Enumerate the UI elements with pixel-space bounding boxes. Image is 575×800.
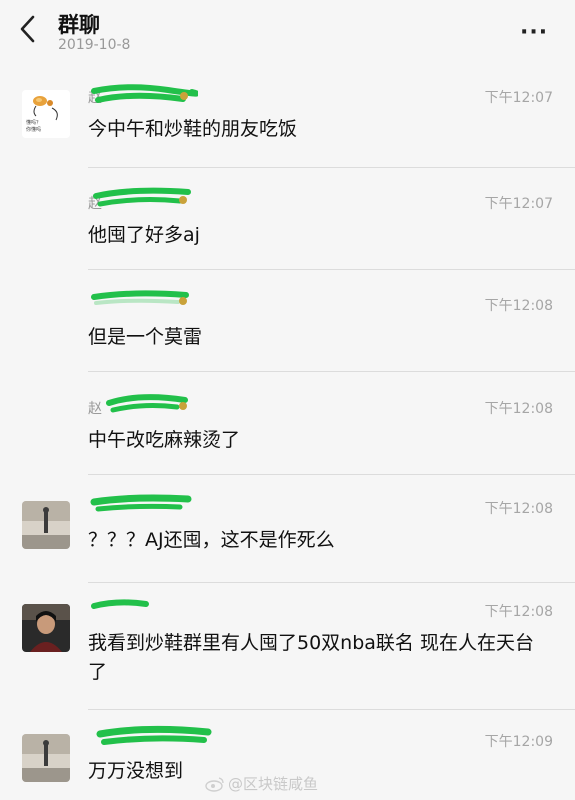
photo-avatar-icon xyxy=(22,734,70,782)
chat-message: 赵 下午12:08 中午改吃麻辣烫了 xyxy=(0,394,575,475)
sender-name: 赵 xyxy=(88,90,102,106)
divider xyxy=(88,474,575,475)
svg-text:懂吗？: 懂吗？ xyxy=(26,119,41,126)
avatar[interactable] xyxy=(22,734,70,782)
chat-message: 下午12:08 但是一个莫雷 xyxy=(0,290,575,372)
message-text[interactable]: 他囤了好多aj xyxy=(88,221,548,250)
sender-name: 赵 xyxy=(88,401,102,417)
chat-header: 群聊 2019-10-8 ··· xyxy=(0,0,575,66)
message-text[interactable]: 我看到炒鞋群里有人囤了50双nba联名 现在人在天台了 xyxy=(88,629,548,687)
weibo-icon xyxy=(205,777,224,792)
photo-avatar-icon xyxy=(22,604,70,652)
message-time: 下午12:07 xyxy=(484,196,553,212)
avatar[interactable]: 懂吗？ 你懂吗 xyxy=(22,90,70,138)
sender-name: 赵 xyxy=(88,196,102,212)
divider xyxy=(88,371,575,372)
svg-text:你懂吗: 你懂吗 xyxy=(26,126,41,133)
message-text[interactable]: 但是一个莫雷 xyxy=(88,323,548,352)
chat-message: 赵 下午12:07 他囤了好多aj xyxy=(0,187,575,270)
message-time: 下午12:08 xyxy=(484,298,553,314)
redaction-scribble xyxy=(91,84,198,103)
message-time: 下午12:08 xyxy=(484,501,553,517)
message-text[interactable]: ？？？AJ还囤，这不是作死么 xyxy=(88,526,548,555)
chat-message: 懂吗？ 你懂吗 赵 下午12:07 今中午和炒鞋的朋友吃饭 xyxy=(0,84,575,168)
redaction-scribble xyxy=(91,599,149,609)
message-time: 下午12:08 xyxy=(484,401,553,417)
message-time: 下午12:08 xyxy=(484,604,553,620)
message-time: 下午12:09 xyxy=(484,734,553,750)
redaction-scribble xyxy=(93,187,191,207)
message-text[interactable]: 今中午和炒鞋的朋友吃饭 xyxy=(88,115,548,144)
chat-message: 下午12:08 ？？？AJ还囤，这不是作死么 xyxy=(0,494,575,583)
redaction-scribble xyxy=(90,494,192,512)
divider xyxy=(88,582,575,583)
watermark: @区块链咸鱼 xyxy=(228,775,319,793)
chat-message: 下午12:08 我看到炒鞋群里有人囤了50双nba联名 现在人在天台了 xyxy=(0,598,575,710)
avatar[interactable] xyxy=(22,604,70,652)
avatar[interactable] xyxy=(22,501,70,549)
divider xyxy=(88,269,575,270)
message-time: 下午12:07 xyxy=(484,90,553,106)
redaction-scribble xyxy=(106,394,188,413)
chevron-left-icon xyxy=(20,15,35,43)
divider xyxy=(88,709,575,710)
redaction-scribble xyxy=(91,290,189,305)
redaction-scribble xyxy=(96,725,212,745)
chat-date: 2019-10-8 xyxy=(58,37,131,53)
cartoon-avatar-icon: 懂吗？ 你懂吗 xyxy=(22,90,70,138)
back-button[interactable] xyxy=(18,14,38,44)
chat-title: 群聊 xyxy=(58,13,100,37)
divider xyxy=(88,167,575,168)
message-text[interactable]: 中午改吃麻辣烫了 xyxy=(88,426,548,455)
more-dots-icon[interactable]: ··· xyxy=(520,20,548,45)
photo-avatar-icon xyxy=(22,501,70,549)
